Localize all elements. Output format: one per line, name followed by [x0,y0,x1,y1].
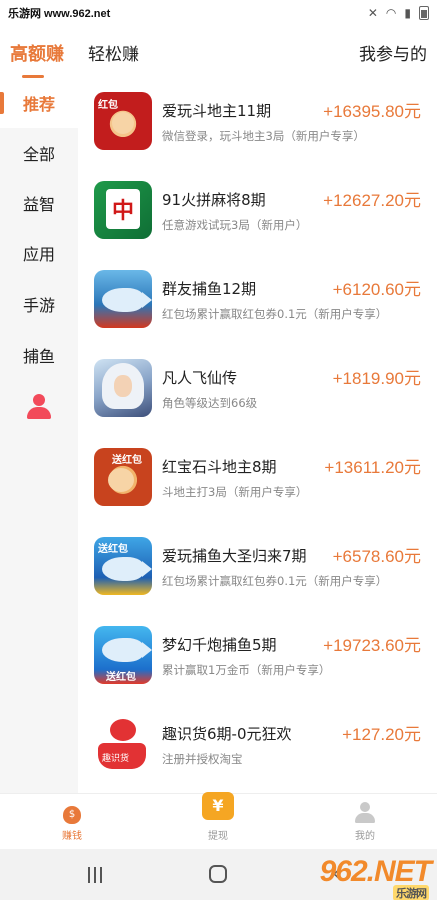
top-tabs: 高额赚 轻松赚 我参与的 [0,30,437,78]
tab-participated[interactable]: 我参与的 [359,40,427,65]
sidebar-item-mobile-games[interactable]: 手游 [0,279,78,329]
red-fish-logo [110,719,136,741]
thumb-badge: 趣识货 [102,754,130,764]
status-bar: 乐游网 www.962.net ✕ ◠ ▮ [0,0,437,26]
task-row[interactable]: 群友捕鱼12期 +6120.60元 红包场累计赢取红包券0.1元（新用户专享） [78,256,437,345]
game-thumbnail: 送红包 [94,626,152,684]
task-title: 爱玩斗地主11期 [162,102,272,120]
person-icon-body [27,407,51,419]
battery-icon [419,6,429,20]
task-title: 梦幻千炮捕鱼5期 [162,636,277,654]
game-thumbnail: 红包 [94,92,152,150]
task-desc: 斗地主打3局（新用户专享） [162,485,308,499]
task-title: 爱玩捕鱼大圣归来7期 [162,547,307,565]
thumb-badge: 送红包 [98,544,128,555]
task-desc: 角色等级达到66级 [162,396,258,410]
fish-graphic [102,557,152,581]
brand-watermark: 962.NET 乐游网 [319,855,432,900]
recent-apps-icon[interactable] [88,867,104,883]
watermark-text: 乐游网 www.962.net [8,8,111,20]
user-icon-body [355,813,375,823]
task-desc: 红包场累计赢取红包券0.1元（新用户专享） [162,307,388,321]
sidebar-item-apps[interactable]: 应用 [0,228,78,278]
nav-earn-label: 赚钱 [62,831,82,842]
fish-graphic [102,638,152,662]
task-desc: 微信登录，玩斗地主3局（新用户专享） [162,129,365,143]
home-icon[interactable] [209,865,227,883]
task-reward: +19723.60元 [323,636,421,655]
yuan-coin-icon: ¥ [202,792,234,820]
nav-mine-label: 我的 [355,831,375,842]
sidebar-item-recommend[interactable]: 推荐 [0,78,78,128]
task-row[interactable]: 送红包 梦幻千炮捕鱼5期 +19723.60元 累计赢取1万金币（新用户专享） [78,612,437,701]
person-icon-head [33,394,45,406]
hero-face [114,375,132,397]
task-title: 红宝石斗地主8期 [162,458,277,476]
task-title: 群友捕鱼12期 [162,280,257,298]
person-icon[interactable] [27,394,51,420]
task-desc: 红包场累计赢取红包券0.1元（新用户专享） [162,574,388,588]
task-reward: +6578.60元 [332,547,421,566]
sidebar-item-fishing[interactable]: 捕鱼 [0,330,78,380]
brand-sub-text: 乐游网 [393,885,429,900]
game-thumbnail: 趣识货 [94,715,152,773]
task-row[interactable]: 送红包 红宝石斗地主8期 +13611.20元 斗地主打3局（新用户专享） [78,434,437,523]
task-title: 凡人飞仙传 [162,369,238,387]
wifi-icon: ◠ [385,6,397,20]
task-reward: +12627.20元 [323,191,421,210]
mahjong-tile: 中 [106,189,140,229]
task-row[interactable]: 凡人飞仙传 +1819.90元 角色等级达到66级 [78,345,437,434]
task-row[interactable]: 中 91火拼麻将8期 +12627.20元 任意游戏试玩3局（新用户） [78,167,437,256]
bottom-nav: $ 赚钱 ¥ 提现 我的 [0,792,437,850]
task-reward: +127.20元 [342,725,421,744]
game-thumbnail: 中 [94,181,152,239]
nav-earn-button[interactable]: $ 赚钱 [32,794,112,850]
user-icon-head [360,802,370,812]
category-sidebar: 推荐 全部 益智 应用 手游 捕鱼 [0,78,78,793]
thumb-badge: 送红包 [106,672,136,683]
nav-withdraw-label: 提现 [208,831,228,842]
task-row[interactable]: 趣识货 趣识货6期-0元狂欢 +127.20元 注册并授权淘宝 [78,701,437,790]
game-thumbnail: 送红包 [94,537,152,595]
task-row[interactable]: 送红包 爱玩捕鱼大圣归来7期 +6578.60元 红包场累计赢取红包券0.1元（… [78,523,437,612]
task-reward: +1819.90元 [332,369,421,388]
thumb-badge: 红包 [98,100,118,111]
task-title: 趣识货6期-0元狂欢 [162,725,292,743]
task-reward: +16395.80元 [323,102,421,121]
sidebar-item-puzzle[interactable]: 益智 [0,178,78,228]
nav-mine-button[interactable]: 我的 [325,794,405,850]
task-reward: +6120.60元 [332,280,421,299]
status-icons: ✕ ◠ ▮ [368,6,429,20]
task-desc: 注册并授权淘宝 [162,752,243,766]
task-row[interactable]: 红包 爱玩斗地主11期 +16395.80元 微信登录，玩斗地主3局（新用户专享… [78,78,437,167]
signal-icon: ▮ [404,6,411,20]
character-face [112,112,134,134]
fish-graphic [102,288,152,312]
character-face [108,468,134,492]
nav-withdraw-button[interactable]: ¥ 提现 [178,792,258,850]
task-list: 红包 爱玩斗地主11期 +16395.80元 微信登录，玩斗地主3局（新用户专享… [78,78,437,793]
mute-icon: ✕ [367,6,378,20]
user-icon [355,802,375,824]
task-reward: +13611.20元 [324,458,421,477]
task-desc: 任意游戏试玩3局（新用户） [162,218,308,232]
tab-easy-earn[interactable]: 轻松赚 [88,40,139,65]
thumb-badge: 送红包 [112,455,142,466]
game-thumbnail [94,270,152,328]
money-bag-icon: $ [63,806,81,824]
system-nav-bar: ‹ 962.NET 乐游网 [0,849,437,900]
sidebar-item-all[interactable]: 全部 [0,128,78,178]
task-title: 91火拼麻将8期 [162,191,266,209]
tab-high-earn[interactable]: 高额赚 [10,40,64,78]
brand-logo-text: 962.NET [319,855,432,888]
game-thumbnail [94,359,152,417]
task-desc: 累计赢取1万金币（新用户专享） [162,663,331,677]
game-thumbnail: 送红包 [94,448,152,506]
